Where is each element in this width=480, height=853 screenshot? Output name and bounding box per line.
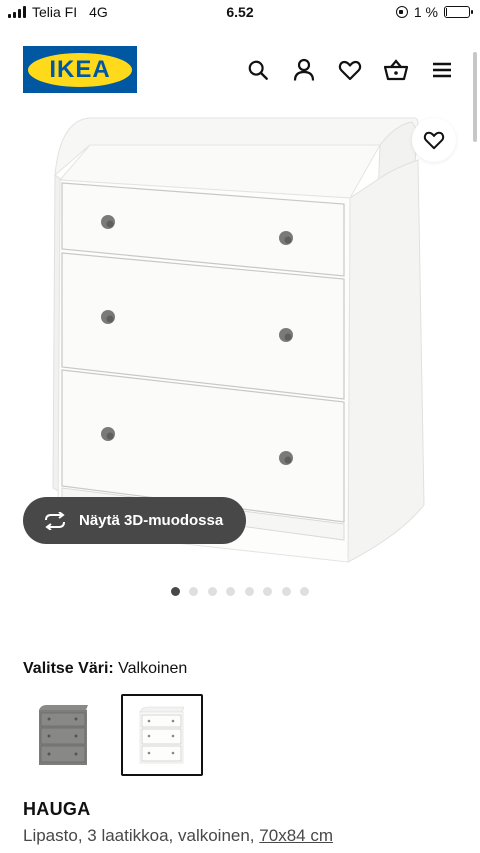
color-label-key: Valitse Väri:	[23, 660, 114, 677]
color-swatches	[23, 694, 203, 776]
battery-level	[446, 8, 447, 16]
account-icon[interactable]	[290, 56, 318, 84]
status-bar: Telia FI 4G 6.52 1 %	[0, 0, 480, 26]
color-option-grey[interactable]	[23, 694, 105, 776]
header: IKEA	[0, 40, 480, 100]
menu-icon[interactable]	[428, 56, 456, 84]
gallery-dot[interactable]	[281, 587, 291, 596]
logo-oval: IKEA	[28, 52, 132, 87]
favourites-icon[interactable]	[336, 56, 364, 84]
gallery-pagination[interactable]	[0, 587, 480, 596]
status-right: 1 %	[395, 4, 473, 20]
heart-icon	[423, 131, 445, 150]
rotation-lock-icon	[395, 6, 408, 18]
gallery-dot[interactable]	[170, 587, 180, 596]
gallery-dot[interactable]	[207, 587, 217, 596]
gallery-dot[interactable]	[244, 587, 254, 596]
view-3d-button[interactable]: Näytä 3D-muodossa	[23, 497, 246, 544]
rotate-3d-icon	[45, 511, 65, 530]
add-to-favourites-button[interactable]	[412, 118, 456, 162]
gallery-dot[interactable]	[189, 587, 199, 596]
ikea-logo[interactable]: IKEA	[23, 46, 137, 93]
product-description-text: Lipasto, 3 laatikkoa, valkoinen,	[23, 826, 255, 845]
gallery-dot[interactable]	[226, 587, 236, 596]
grey-dresser-thumbnail	[39, 705, 88, 765]
search-icon[interactable]	[244, 56, 272, 84]
white-dresser-thumbnail	[139, 706, 185, 764]
header-icons	[244, 56, 456, 84]
product-description: Lipasto, 3 laatikkoa, valkoinen, 70x84 c…	[23, 826, 333, 846]
gallery-dot[interactable]	[300, 587, 310, 596]
view-3d-label: Näytä 3D-muodossa	[79, 512, 224, 529]
logo-text: IKEA	[49, 55, 111, 83]
product-size-link[interactable]: 70x84 cm	[259, 826, 333, 845]
gallery-dot[interactable]	[263, 587, 273, 596]
product-name: HAUGA	[23, 799, 91, 819]
battery-icon	[444, 6, 473, 18]
cart-icon[interactable]	[382, 56, 410, 84]
battery-percent: 1 %	[413, 4, 438, 20]
color-label-value: Valkoinen	[118, 660, 188, 677]
color-option-white[interactable]	[121, 694, 203, 776]
color-label: Valitse Väri: Valkoinen	[23, 660, 187, 678]
